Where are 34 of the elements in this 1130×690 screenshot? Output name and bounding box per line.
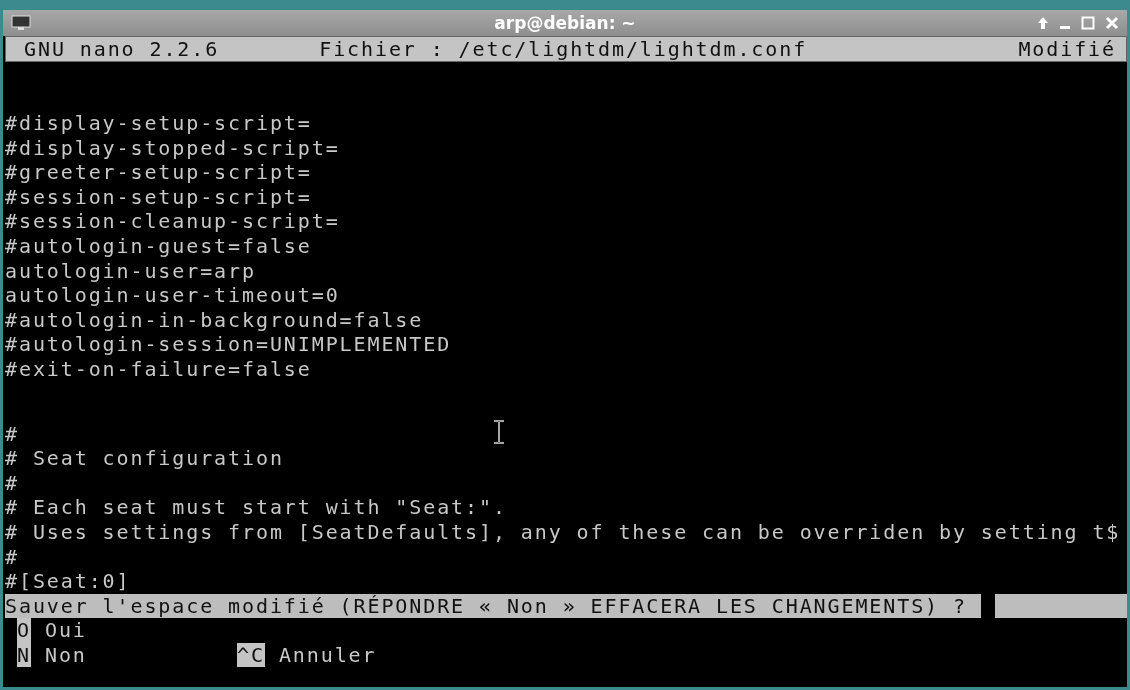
code-line: # [5, 470, 19, 496]
shortcut-label: Oui [44, 618, 87, 643]
file-name: Fichier : /etc/lightdm/lightdm.conf [319, 36, 808, 62]
code-line: #display-setup-script= [5, 111, 312, 136]
code-line: # Uses settings from [SeatDefaults], any of these can be overriden by setting t$ [5, 519, 1121, 545]
shortcut-key: N [17, 642, 31, 668]
code-line: #session-setup-script= [5, 184, 312, 210]
code-line: #session-cleanup-script= [5, 209, 340, 234]
code-line: #autologin-in-background=false [5, 307, 424, 333]
code-line: #autologin-session=UNIMPLEMENTED [5, 332, 452, 357]
prompt-text: Sauver l'espace modifié (RÉPONDRE « Non » EFFACERA LES CHANGEMENTS) ? [5, 593, 967, 619]
code-line: #autologin-guest=false [5, 233, 312, 259]
shortcut-key: O [17, 618, 31, 643]
code-line: #[Seat:0] [5, 569, 131, 594]
code-line: # [5, 544, 19, 570]
code-line: # Seat configuration [5, 446, 284, 471]
up-arrow-icon[interactable] [1037, 16, 1049, 30]
code-line: # [5, 421, 19, 447]
modified-status: Modifié [1018, 36, 1116, 62]
app-version: GNU nano 2.2.6 [24, 36, 220, 62]
monitor-icon [11, 15, 31, 31]
text-cursor-icon [493, 420, 505, 444]
shortcut-key: ^C [237, 642, 265, 668]
window-title: arp@debian: ~ [493, 13, 637, 33]
code-line: #display-stopped-script= [5, 135, 340, 161]
close-icon[interactable] [1105, 16, 1119, 30]
maximize-icon[interactable] [1081, 16, 1095, 30]
code-line: #greeter-setup-script= [5, 160, 312, 185]
code-line: # Each seat must start with "Seat:". [5, 495, 507, 520]
shortcut-label: Non [44, 642, 87, 668]
code-line: autologin-user=arp [5, 258, 256, 284]
shortcut-label: Annuler [278, 642, 377, 668]
code-line: autologin-user-timeout=0 [5, 283, 340, 308]
code-line: #exit-on-failure=false [5, 356, 312, 382]
